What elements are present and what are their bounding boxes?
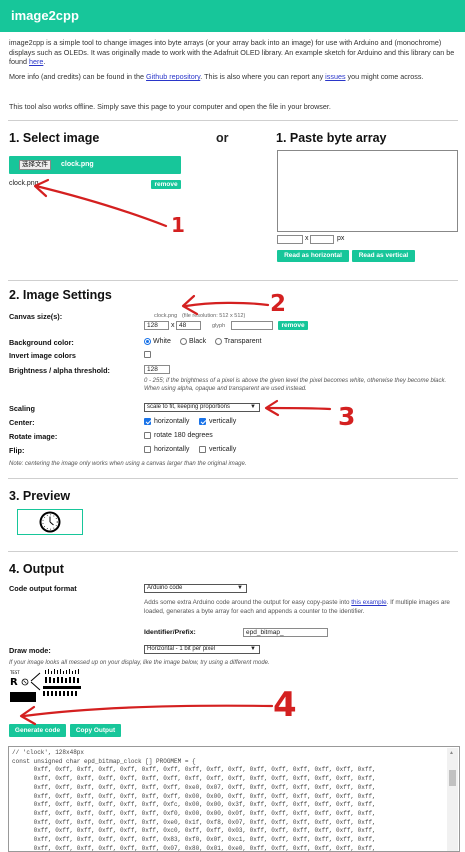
annotation-arrow-3 xyxy=(266,406,332,411)
annotation-arrow-4 xyxy=(22,704,274,718)
annotation-arrow-2 xyxy=(184,301,270,308)
annotation-number-3: 3 xyxy=(338,402,355,431)
annotation-number-1: 1 xyxy=(171,213,185,237)
annotation-overlay: 1 2 3 4 xyxy=(19,178,355,726)
annotation-number-2: 2 xyxy=(270,291,286,317)
annotation-arrow-1 xyxy=(34,184,168,228)
annotation-number-4: 4 xyxy=(273,685,297,725)
